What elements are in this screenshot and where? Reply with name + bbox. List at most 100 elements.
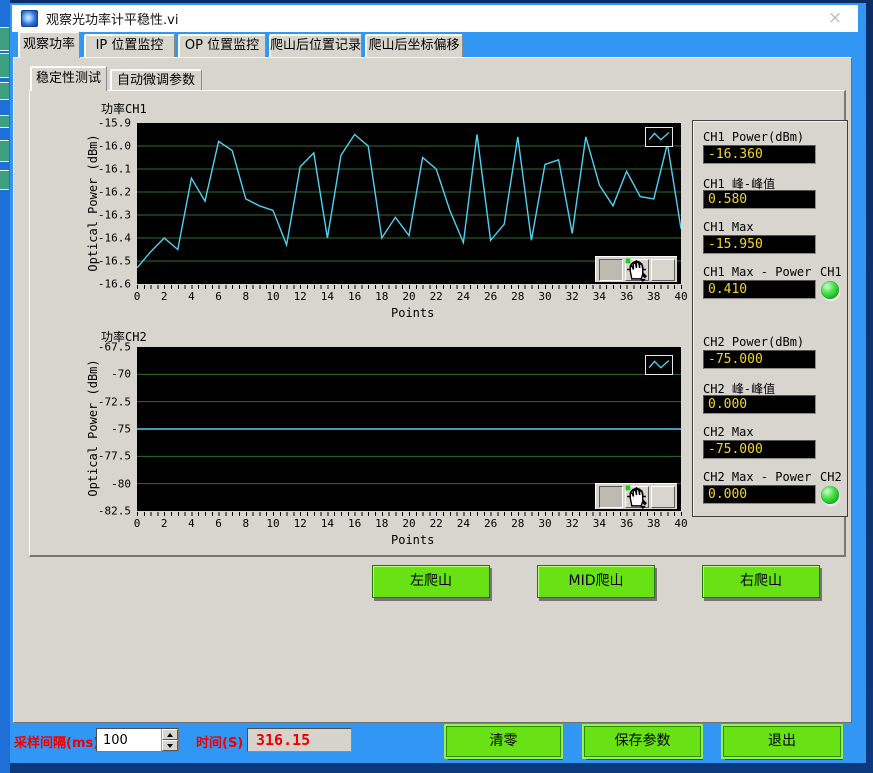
x-tick-label: 14 <box>321 517 334 530</box>
tab-post-climb-position-record[interactable]: 爬山后位置记录 <box>269 34 362 57</box>
sample-interval-stepper[interactable] <box>96 728 179 752</box>
time-label: 时间(S) <box>196 732 243 751</box>
x-tick-label: 4 <box>188 517 195 530</box>
ch1-chart-title: 功率CH1 <box>101 100 147 117</box>
tab-label: 自动微调参数 <box>117 73 195 88</box>
sliver-row <box>0 53 9 78</box>
x-tick-label: 24 <box>457 517 470 530</box>
x-tick-label: 10 <box>266 290 279 303</box>
ch1-x-axis-label: Points <box>391 306 434 320</box>
ch1-max-label: CH1 Max <box>703 220 754 234</box>
y-tick-label: -16.6 <box>98 278 131 291</box>
x-tick-label: 20 <box>402 517 415 530</box>
ch2-power-label: CH2 Power(dBm) <box>703 335 804 349</box>
tab-label: 观察功率 <box>23 37 75 52</box>
ch2-max-value: -75.000 <box>703 440 816 459</box>
y-tick-label: -77.5 <box>98 450 131 463</box>
x-tick-label: 22 <box>430 290 443 303</box>
y-tick-label: -80 <box>111 477 131 490</box>
ch2-x-tick-labels: 0246810121416182022242628303234363840 <box>137 517 681 530</box>
sample-interval-input[interactable] <box>97 729 161 751</box>
ch2-x-axis-label: Points <box>391 533 434 547</box>
sliver-row <box>0 82 9 100</box>
left-climb-button[interactable]: 左爬山 <box>372 565 490 598</box>
right-climb-button[interactable]: 右爬山 <box>702 565 820 598</box>
ch2-power-value: -75.000 <box>703 350 816 369</box>
y-tick-label: -16.4 <box>98 232 131 245</box>
ch2-graph-palette <box>595 483 677 509</box>
sliver-row <box>0 170 9 190</box>
title-bar[interactable]: 观察光功率计平稳性.vi × <box>12 5 858 32</box>
x-tick-label: 36 <box>620 290 633 303</box>
x-tick-label: 12 <box>294 517 307 530</box>
x-tick-label: 40 <box>674 517 687 530</box>
ch2-x-axis-ticks <box>137 512 682 516</box>
y-tick-label: -16.1 <box>98 163 131 176</box>
x-tick-label: 22 <box>430 517 443 530</box>
x-tick-label: 18 <box>375 517 388 530</box>
x-tick-label: 28 <box>511 517 524 530</box>
ch1-led-label: CH1 <box>820 265 842 279</box>
close-icon[interactable]: × <box>824 8 846 28</box>
x-tick-label: 8 <box>242 517 249 530</box>
x-tick-label: 26 <box>484 290 497 303</box>
pan-hand-tool-icon[interactable] <box>651 259 675 281</box>
save-params-button[interactable]: 保存参数 <box>584 726 701 757</box>
ch2-max-label: CH2 Max <box>703 425 754 439</box>
mid-climb-button[interactable]: MID爬山 <box>537 565 655 598</box>
tab-label: IP 位置监控 <box>96 38 164 53</box>
x-tick-label: 6 <box>215 517 222 530</box>
tab-label: 爬山后位置记录 <box>270 38 361 53</box>
y-tick-label: -16.3 <box>98 209 131 222</box>
x-tick-label: 0 <box>134 517 141 530</box>
ch2-led-label: CH2 <box>820 470 842 484</box>
button-label: 保存参数 <box>615 733 671 749</box>
x-tick-label: 24 <box>457 290 470 303</box>
y-tick-label: -15.9 <box>98 117 131 130</box>
spin-buttons <box>161 729 178 751</box>
exit-button[interactable]: 退出 <box>723 726 841 757</box>
x-tick-label: 38 <box>647 517 660 530</box>
x-tick-label: 34 <box>593 290 606 303</box>
x-tick-label: 4 <box>188 290 195 303</box>
y-tick-label: -70 <box>111 368 131 381</box>
ch2-plot-legend-icon[interactable] <box>645 355 673 375</box>
tab-op-position-monitor[interactable]: OP 位置监控 <box>178 34 266 57</box>
tab-ip-position-monitor[interactable]: IP 位置监控 <box>84 34 175 57</box>
pan-hand-tool-icon[interactable] <box>651 486 675 508</box>
y-tick-label: -82.5 <box>98 505 131 518</box>
ch2-peak-to-peak-value: 0.000 <box>703 395 816 414</box>
x-tick-label: 12 <box>294 290 307 303</box>
y-tick-label: -16.5 <box>98 255 131 268</box>
ch1-power-value: -16.360 <box>703 145 816 164</box>
ch1-plot-legend-icon[interactable] <box>645 127 673 147</box>
tab-auto-tune-params[interactable]: 自动微调参数 <box>110 69 202 91</box>
spin-up-icon[interactable] <box>162 729 178 740</box>
tab-observe-power[interactable]: 观察功率 <box>18 31 80 58</box>
ch2-plot <box>137 347 681 511</box>
tab-post-climb-coord-offset[interactable]: 爬山后坐标偏移 <box>365 34 463 57</box>
ch2-led <box>821 486 839 504</box>
sliver-row <box>0 115 9 128</box>
sample-interval-label: 采样间隔(ms) <box>14 732 99 751</box>
x-tick-label: 16 <box>348 517 361 530</box>
y-tick-label: -75 <box>111 423 131 436</box>
background-window-sliver <box>0 0 10 773</box>
x-tick-label: 30 <box>538 517 551 530</box>
sliver-row <box>0 27 9 51</box>
ch1-max-minus-power-label: CH1 Max - Power <box>703 265 811 279</box>
button-label: 右爬山 <box>740 573 782 589</box>
clear-button[interactable]: 清零 <box>446 726 561 757</box>
spin-down-icon[interactable] <box>162 740 178 751</box>
tab-stability-test[interactable]: 稳定性测试 <box>30 66 107 91</box>
button-label: 退出 <box>768 733 796 749</box>
ch2-max-minus-power-label: CH2 Max - Power <box>703 470 811 484</box>
ch1-power-label: CH1 Power(dBm) <box>703 130 804 144</box>
x-tick-label: 2 <box>161 290 168 303</box>
x-tick-label: 26 <box>484 517 497 530</box>
ch1-max-value: -15.950 <box>703 235 816 254</box>
ch2-max-minus-power-value: 0.000 <box>703 485 816 504</box>
x-tick-label: 36 <box>620 517 633 530</box>
x-tick-label: 28 <box>511 290 524 303</box>
y-tick-label: -16.0 <box>98 140 131 153</box>
